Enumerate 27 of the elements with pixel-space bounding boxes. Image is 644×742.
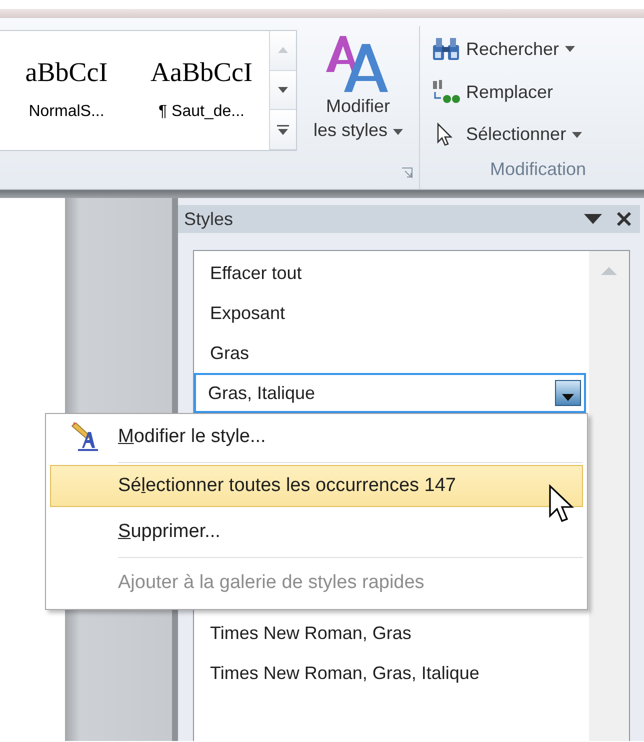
scroll-down-icon[interactable] bbox=[278, 87, 288, 93]
binoculars-icon bbox=[432, 37, 460, 62]
group-label: Modification bbox=[488, 158, 588, 182]
close-icon[interactable] bbox=[616, 211, 632, 227]
style-list-item[interactable]: Times New Roman, Gras bbox=[194, 613, 586, 653]
dialog-launcher-icon[interactable] bbox=[401, 166, 413, 179]
dropdown-icon[interactable] bbox=[584, 214, 602, 224]
editing-button[interactable]: Sélectionner bbox=[432, 113, 644, 156]
style-name: NormalS... bbox=[28, 102, 104, 122]
menu-item[interactable]: Modifier le style... bbox=[50, 414, 583, 460]
change-styles-button[interactable]: Modifier les styles bbox=[297, 18, 419, 189]
replace-icon bbox=[432, 79, 460, 105]
style-list-item[interactable]: Gras, Italique bbox=[194, 373, 586, 413]
editing-button[interactable]: Remplacer bbox=[432, 70, 644, 114]
menu-item[interactable]: Sélectionner toutes les occurrences 147 bbox=[50, 465, 583, 507]
style-list-item[interactable]: Gras bbox=[194, 333, 586, 373]
menu-item[interactable]: Supprimer... bbox=[50, 509, 583, 555]
style-list-item[interactable]: Exposant bbox=[194, 293, 586, 333]
style-list-item[interactable]: Times New Roman, Gras, Italique bbox=[194, 653, 586, 693]
dropdown-icon[interactable] bbox=[562, 394, 574, 401]
style-name: ¶ Saut_de... bbox=[158, 102, 244, 122]
style-preview: AaBbCcI bbox=[150, 59, 252, 86]
gallery-more-icon[interactable] bbox=[277, 124, 289, 135]
editing-button[interactable]: Rechercher bbox=[432, 28, 644, 71]
pane-title: Styles bbox=[184, 208, 234, 231]
style-preview: aBbCcI bbox=[25, 59, 108, 86]
style-list-item[interactable]: Effacer tout bbox=[194, 253, 586, 293]
